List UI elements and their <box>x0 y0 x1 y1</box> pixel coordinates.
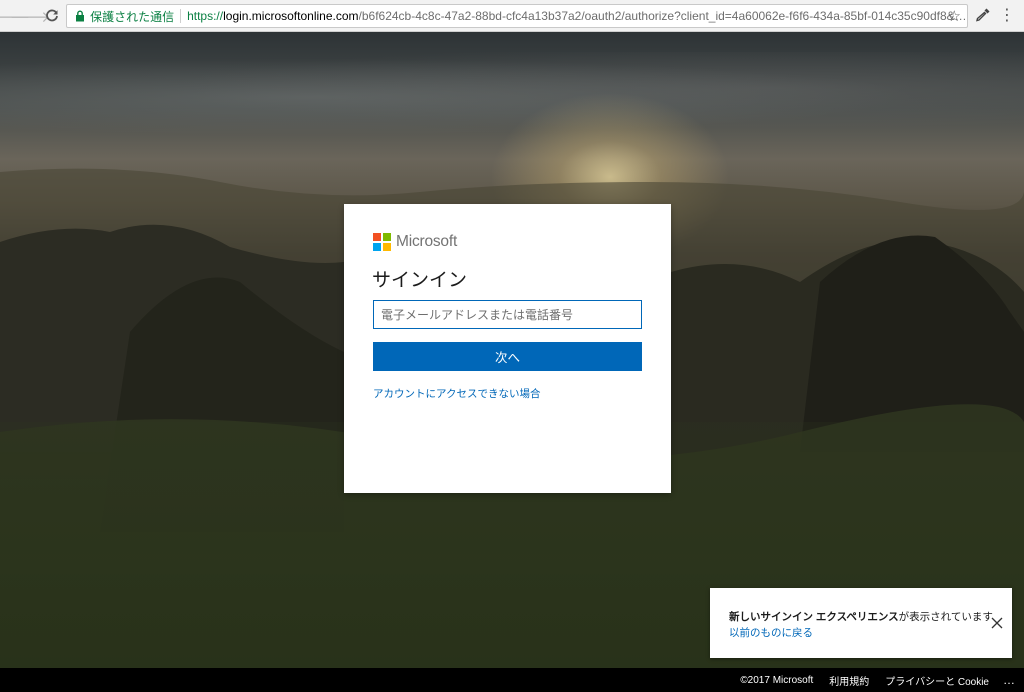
terms-link[interactable]: 利用規約 <box>829 673 869 688</box>
forward-button[interactable]: 🡒 <box>10 4 50 28</box>
email-field[interactable] <box>373 300 642 329</box>
browser-menu-icon[interactable]: ⋮ <box>998 5 1016 27</box>
reload-icon <box>46 9 58 22</box>
address-bar[interactable]: 保護された通信 https:// login.microsoftonline.c… <box>66 4 968 28</box>
brand-name: Microsoft <box>396 233 458 250</box>
next-button[interactable]: 次へ <box>373 342 642 371</box>
bookmark-star-icon[interactable]: ☆ <box>948 7 961 25</box>
url-scheme: https:// <box>187 9 224 23</box>
browser-toolbar: 🡐 🡒 保護された通信 https:// login.microsoftonli… <box>0 0 1024 32</box>
privacy-cookies-link[interactable]: プライバシーと Cookie <box>885 673 989 688</box>
microsoft-logo-icon <box>373 233 391 251</box>
copyright: ©2017 Microsoft <box>740 674 814 686</box>
signin-card: Microsoft サインイン 次へ アカウントにアクセスできない場合 <box>344 204 671 493</box>
notice-highlight: 新しいサインイン エクスペリエンス <box>729 611 899 623</box>
cant-access-account-link[interactable]: アカウントにアクセスできない場合 <box>373 386 540 401</box>
close-icon[interactable] <box>990 616 1004 630</box>
lock-icon <box>73 10 86 22</box>
page-title: サインイン <box>372 270 468 291</box>
url-host: login.microsoftonline.com <box>223 9 359 23</box>
notice-message: 新しいサインイン エクスペリエンスが表示されています <box>729 609 993 624</box>
microsoft-logo: Microsoft <box>373 233 457 251</box>
revert-link[interactable]: 以前のものに戻る <box>729 625 813 640</box>
divider <box>180 9 182 23</box>
footer: ©2017 Microsoft 利用規約 プライバシーと Cookie … <box>0 668 1024 692</box>
notice-message-suffix: が表示されています <box>898 611 993 623</box>
more-options-icon[interactable]: … <box>1003 673 1016 687</box>
reload-button[interactable] <box>42 4 62 28</box>
new-experience-notice: 新しいサインイン エクスペリエンスが表示されています 以前のものに戻る <box>710 588 1012 658</box>
eyedropper-extension-icon[interactable] <box>974 6 992 24</box>
url-path: /b6f624cb-4c8c-47a2-88bd-cfc4a13b37a2/oa… <box>358 9 967 23</box>
secure-label: 保護された通信 <box>90 9 175 24</box>
